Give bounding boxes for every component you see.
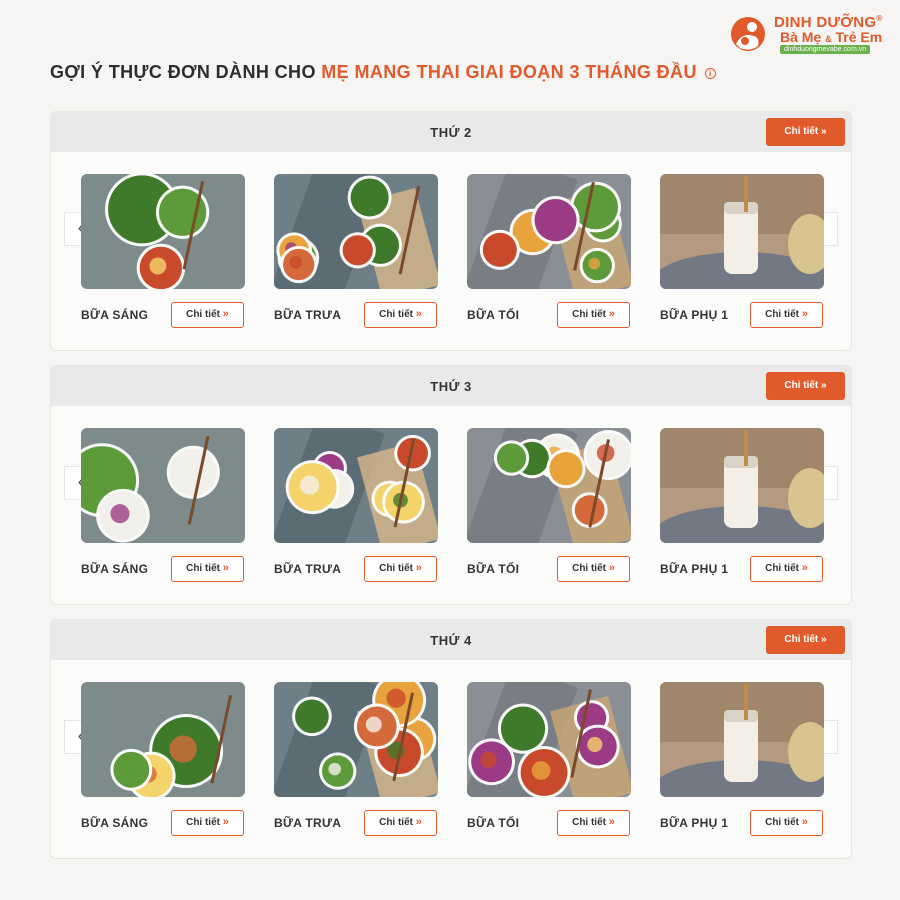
meal-detail-button[interactable]: Chi tiết »: [557, 810, 630, 836]
meal-card-breakfast: BỮA SÁNG Chi tiết »: [81, 428, 245, 582]
meal-photo[interactable]: [274, 682, 438, 797]
meal-detail-button[interactable]: Chi tiết »: [750, 302, 823, 328]
day-panel: THỨ 2 Chi tiết » ‹ › BỮA SÁNG Chi tiết »…: [50, 111, 852, 351]
meal-detail-button[interactable]: Chi tiết »: [171, 810, 244, 836]
meal-detail-button[interactable]: Chi tiết »: [750, 810, 823, 836]
day-title: THỨ 3: [430, 379, 472, 394]
meal-label: BỮA TRƯA: [274, 816, 342, 830]
meal-card-snack-1: BỮA PHỤ 1 Chi tiết »: [660, 174, 824, 328]
chevron-double-right-icon: »: [222, 308, 229, 320]
chevron-double-right-icon: »: [801, 562, 808, 574]
meal-photo[interactable]: [660, 682, 824, 797]
meal-photo[interactable]: [81, 428, 245, 543]
chevron-double-right-icon: »: [415, 562, 422, 574]
brand-logo[interactable]: DINH DƯỠNG® Bà Mẹ & Trẻ Em dinhduongmeva…: [728, 10, 888, 56]
chevron-double-right-icon: »: [608, 308, 615, 320]
meal-label: BỮA PHỤ 1: [660, 562, 729, 576]
mother-baby-logo-icon: [731, 17, 765, 51]
day-header: THỨ 3 Chi tiết »: [51, 366, 851, 406]
day-detail-button[interactable]: Chi tiết »: [766, 372, 845, 400]
page-title: GỢI Ý THỰC ĐƠN DÀNH CHO MẸ MANG THAI GIA…: [50, 62, 716, 83]
meal-detail-button[interactable]: Chi tiết »: [750, 556, 823, 582]
meal-label: BỮA TRƯA: [274, 308, 342, 322]
chevron-double-right-icon: »: [222, 816, 229, 828]
day-detail-button[interactable]: Chi tiết »: [766, 118, 845, 146]
meal-label: BỮA SÁNG: [81, 562, 149, 576]
day-panel: THỨ 4 Chi tiết » ‹ › BỮA SÁNG Chi tiết »…: [50, 619, 852, 859]
meal-photo[interactable]: [660, 174, 824, 289]
chevron-double-right-icon: »: [415, 308, 422, 320]
meal-photo[interactable]: [81, 682, 245, 797]
meal-detail-button[interactable]: Chi tiết »: [364, 556, 437, 582]
chevron-double-right-icon: »: [821, 634, 827, 645]
chevron-double-right-icon: »: [222, 562, 229, 574]
meal-label: BỮA TỐI: [467, 308, 520, 322]
meal-detail-button[interactable]: Chi tiết »: [557, 556, 630, 582]
chevron-double-right-icon: »: [608, 562, 615, 574]
meal-card-breakfast: BỮA SÁNG Chi tiết »: [81, 682, 245, 836]
meal-detail-button[interactable]: Chi tiết »: [364, 302, 437, 328]
chevron-double-right-icon: »: [415, 816, 422, 828]
meal-label: BỮA SÁNG: [81, 308, 149, 322]
meal-photo[interactable]: [467, 682, 631, 797]
meal-label: BỮA PHỤ 1: [660, 308, 729, 322]
meal-card-dinner: BỮA TỐI Chi tiết »: [467, 174, 631, 328]
meal-label: BỮA SÁNG: [81, 816, 149, 830]
day-header: THỨ 4 Chi tiết »: [51, 620, 851, 660]
meal-detail-button[interactable]: Chi tiết »: [364, 810, 437, 836]
day-panel: THỨ 3 Chi tiết » ‹ › BỮA SÁNG Chi tiết »…: [50, 365, 852, 605]
meal-photo[interactable]: [81, 174, 245, 289]
day-title: THỨ 4: [430, 633, 472, 648]
meal-detail-button[interactable]: Chi tiết »: [557, 302, 630, 328]
meal-card-lunch: BỮA TRƯA Chi tiết »: [274, 428, 438, 582]
meal-card-snack-1: BỮA PHỤ 1 Chi tiết »: [660, 682, 824, 836]
meal-detail-button[interactable]: Chi tiết »: [171, 556, 244, 582]
meal-label: BỮA TRƯA: [274, 562, 342, 576]
meal-label: BỮA TỐI: [467, 816, 520, 830]
meal-card-breakfast: BỮA SÁNG Chi tiết »: [81, 174, 245, 328]
brand-name-line2: Bà Mẹ & Trẻ Em: [780, 29, 883, 45]
meal-card-dinner: BỮA TỐI Chi tiết »: [467, 428, 631, 582]
meal-card-lunch: BỮA TRƯA Chi tiết »: [274, 174, 438, 328]
meal-photo[interactable]: [660, 428, 824, 543]
info-icon[interactable]: i: [704, 68, 716, 79]
meal-photo[interactable]: [467, 428, 631, 543]
chevron-double-right-icon: »: [801, 308, 808, 320]
chevron-double-right-icon: »: [821, 126, 827, 137]
day-header: THỨ 2 Chi tiết »: [51, 112, 851, 152]
chevron-double-right-icon: »: [821, 380, 827, 391]
meal-label: BỮA PHỤ 1: [660, 816, 729, 830]
meal-photo[interactable]: [274, 428, 438, 543]
brand-url: dinhduongmevabe.com.vn: [780, 45, 871, 54]
meal-card-snack-1: BỮA PHỤ 1 Chi tiết »: [660, 428, 824, 582]
chevron-double-right-icon: »: [801, 816, 808, 828]
meal-detail-button[interactable]: Chi tiết »: [171, 302, 244, 328]
meal-photo[interactable]: [467, 174, 631, 289]
meal-card-dinner: BỮA TỐI Chi tiết »: [467, 682, 631, 836]
day-detail-button[interactable]: Chi tiết »: [766, 626, 845, 654]
day-title: THỨ 2: [430, 125, 472, 140]
meal-label: BỮA TỐI: [467, 562, 520, 576]
meal-card-lunch: BỮA TRƯA Chi tiết »: [274, 682, 438, 836]
meal-photo[interactable]: [274, 174, 438, 289]
chevron-double-right-icon: »: [608, 816, 615, 828]
